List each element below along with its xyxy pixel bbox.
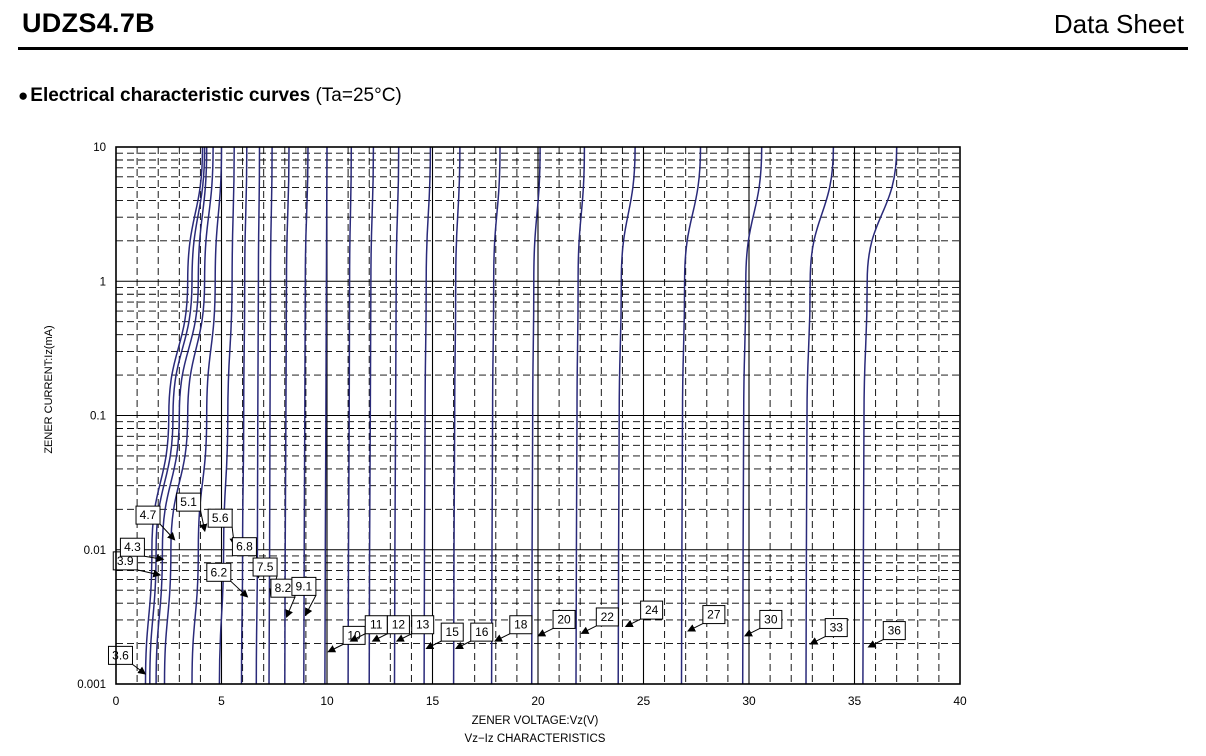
curve-label-5.6: 5.6 xyxy=(212,511,229,525)
x-tick-label: 10 xyxy=(320,694,334,708)
curve-label-16: 16 xyxy=(475,625,489,639)
curve-label-4.3: 4.3 xyxy=(124,540,141,554)
label-arrow-13 xyxy=(395,633,412,642)
x-tick-label: 25 xyxy=(637,694,651,708)
y-tick-label: 0.001 xyxy=(77,679,106,691)
label-arrow-20 xyxy=(537,627,554,637)
curve-label-9.1: 9.1 xyxy=(296,579,313,593)
x-tick-label: 5 xyxy=(218,694,225,708)
curve-label-18: 18 xyxy=(514,618,528,632)
vz-iz-chart: 3.63.94.34.75.15.66.26.87.58.2 9.11011 12 1… xyxy=(43,142,967,745)
curve-label-20: 20 xyxy=(557,612,571,626)
curve-label-4.7: 4.7 xyxy=(140,508,157,522)
y-tick-label: 10 xyxy=(93,142,106,154)
x-tick-label: 0 xyxy=(113,694,120,708)
y-tick-label: 1 xyxy=(100,276,106,288)
x-tick-label: 40 xyxy=(953,694,967,708)
label-arrow-15 xyxy=(425,640,442,650)
curve-label-7.5: 7.5 xyxy=(257,560,274,574)
curve-label-6.2: 6.2 xyxy=(210,565,227,579)
label-arrow-4.3 xyxy=(144,554,165,563)
curve-label-30: 30 xyxy=(764,612,778,626)
y-tick-label: 0.1 xyxy=(90,411,106,423)
x-tick-label: 30 xyxy=(742,694,756,708)
label-arrow-9.1 xyxy=(304,595,317,617)
label-arrow-12 xyxy=(371,633,388,642)
chart-curve-labels: 3.63.94.34.75.15.66.26.87.58.2 9.11011 12 1… xyxy=(107,492,906,675)
curve-label-22: 22 xyxy=(601,610,615,624)
label-arrow-5.1 xyxy=(199,511,208,533)
label-arrow-36 xyxy=(867,639,884,648)
x-tick-label: 35 xyxy=(848,694,862,708)
label-arrow-22 xyxy=(580,625,597,634)
curve-label-12: 12 xyxy=(392,618,406,632)
label-arrow-16 xyxy=(454,640,471,650)
curve-label-10: 10 xyxy=(347,628,361,642)
label-arrow-8.2 xyxy=(285,596,296,619)
curve-label-13: 13 xyxy=(416,618,430,632)
label-arrow-18 xyxy=(494,633,511,642)
curve-label-36: 36 xyxy=(888,624,902,638)
chart-title: Vz−Iz CHARACTERISTICS xyxy=(465,733,606,745)
curve-label-11: 11 xyxy=(370,618,383,632)
label-arrow-3.6 xyxy=(132,663,147,675)
label-arrow-30 xyxy=(744,627,761,637)
curve-label-27: 27 xyxy=(707,608,721,622)
y-axis-label: ZENER CURRENT:Iz(mA) xyxy=(43,325,55,453)
curve-label-5.1: 5.1 xyxy=(180,495,197,509)
curve-label-33: 33 xyxy=(830,621,844,635)
curve-label-3.6: 3.6 xyxy=(112,648,129,662)
x-tick-labels: 0 5 10 15 20 25 30 35 40 xyxy=(113,694,967,708)
x-axis-label: ZENER VOLTAGE:Vz(V) xyxy=(472,715,599,727)
label-arrow-6.2 xyxy=(230,580,249,598)
y-tick-label: 0.01 xyxy=(84,545,106,557)
curve-label-8.2: 8.2 xyxy=(275,581,292,595)
curve-label-15: 15 xyxy=(446,625,460,639)
label-arrow-33 xyxy=(809,636,826,645)
curve-label-24: 24 xyxy=(645,603,659,617)
label-arrow-27 xyxy=(687,623,704,632)
y-tick-labels: 10 1 0.1 0.01 0.001 xyxy=(77,142,106,691)
x-tick-label: 15 xyxy=(426,694,440,708)
curve-label-6.8: 6.8 xyxy=(236,540,253,554)
label-arrow-10 xyxy=(327,643,344,653)
x-tick-label: 20 xyxy=(531,694,545,708)
